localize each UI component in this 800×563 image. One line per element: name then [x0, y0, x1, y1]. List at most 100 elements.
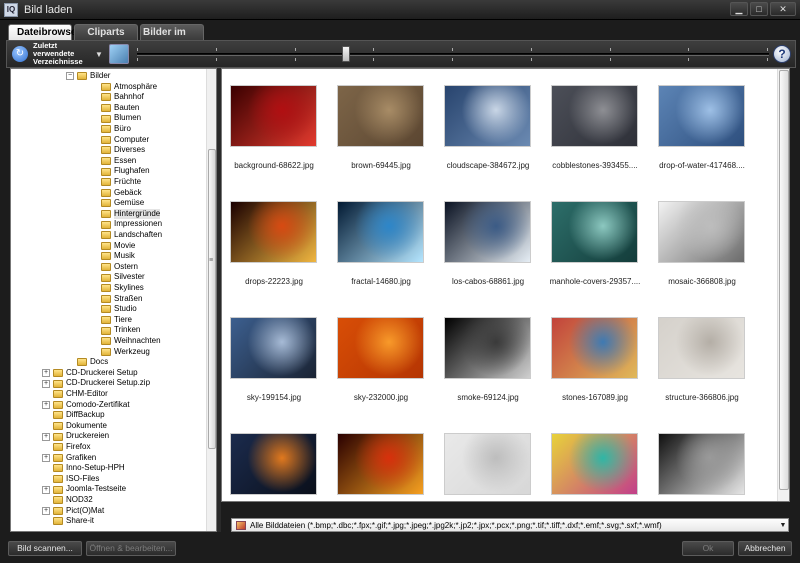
tree-item[interactable]: + CD-Druckerei Setup [42, 368, 138, 379]
tree-item[interactable]: Docs [77, 357, 108, 368]
expand-icon[interactable]: + [42, 379, 50, 388]
tree-item[interactable]: + Joomla-Testseite [42, 484, 126, 495]
image-thumbnail[interactable] [652, 417, 752, 501]
image-thumbnail[interactable]: cloudscape-384672.jpg [438, 69, 538, 179]
collapse-icon[interactable]: − [66, 72, 74, 81]
tree-item[interactable]: Gemüse [101, 198, 144, 209]
tree-item[interactable]: Bauten [101, 103, 139, 114]
tree-item[interactable]: Computer [101, 135, 149, 146]
tree-item[interactable]: NOD32 [53, 495, 93, 506]
tree-item[interactable]: Bahnhof [101, 92, 144, 103]
expand-icon[interactable]: + [42, 506, 50, 515]
tree-item[interactable]: DiffBackup [53, 410, 105, 421]
tab-bilder-im-internet[interactable]: Bilder im Internet [140, 24, 204, 54]
image-grid[interactable]: background-68622.jpg brown-69445.jpg cloud… [221, 68, 790, 502]
image-preview[interactable] [231, 318, 316, 378]
tree-item[interactable]: Ostern [101, 262, 138, 273]
tree-item[interactable]: Musik [101, 251, 135, 262]
image-thumbnail[interactable]: stones-167089.jpg [545, 301, 645, 411]
tree-item[interactable]: ISO-Files [53, 474, 99, 485]
image-thumbnail[interactable] [331, 417, 431, 501]
minimize-button[interactable]: ▁ [730, 2, 748, 16]
tree-item[interactable]: Essen [101, 156, 136, 167]
image-preview[interactable] [552, 318, 637, 378]
image-thumbnail[interactable]: structure-366806.jpg [652, 301, 752, 411]
tree-scrollbar[interactable]: ≡ [206, 69, 216, 531]
image-thumbnail[interactable] [545, 417, 645, 501]
tree-item[interactable]: Blumen [101, 113, 141, 124]
tree-item[interactable]: Silvester [101, 272, 145, 283]
image-preview[interactable] [659, 86, 744, 146]
image-preview[interactable] [231, 202, 316, 262]
image-thumbnail[interactable] [224, 417, 324, 501]
image-preview[interactable] [552, 434, 637, 494]
tree-item[interactable]: Impressionen [101, 219, 162, 230]
tab-dateibrowser[interactable]: Dateibrowser [8, 24, 80, 40]
expand-icon[interactable]: + [42, 400, 50, 409]
image-thumbnail[interactable]: background-68622.jpg [224, 69, 324, 179]
tree-item[interactable]: Flughafen [101, 166, 150, 177]
expand-icon[interactable]: + [42, 432, 50, 441]
image-preview[interactable] [552, 202, 637, 262]
file-type-filter[interactable]: Alle Bilddateien (*.bmp;*.dbc;*.fpx;*.gi… [231, 518, 789, 532]
image-preview[interactable] [445, 202, 530, 262]
tree-item[interactable]: + Pict(O)Mat [42, 506, 104, 517]
tree-item[interactable]: Früchte [101, 177, 141, 188]
image-preview[interactable] [338, 434, 423, 494]
tree-item[interactable]: Studio [101, 304, 137, 315]
tree-item[interactable]: Gebäck [101, 188, 142, 199]
recent-folders-icon[interactable]: ↻ [12, 46, 28, 62]
image-thumbnail[interactable] [438, 417, 538, 501]
tree-item[interactable]: Trinken [101, 325, 140, 336]
image-preview[interactable] [659, 318, 744, 378]
tree-item[interactable]: − Bilder [66, 71, 110, 82]
tree-scrollbar-thumb[interactable] [208, 149, 216, 449]
tree-item[interactable]: Movie [101, 241, 135, 252]
tree-item[interactable]: + Druckereien [42, 431, 109, 442]
image-preview[interactable] [445, 434, 530, 494]
image-preview[interactable] [659, 434, 744, 494]
image-preview[interactable] [659, 202, 744, 262]
expand-icon[interactable]: + [42, 453, 50, 462]
tree-item[interactable]: Diverses [101, 145, 145, 156]
image-thumbnail[interactable]: los-cabos-68861.jpg [438, 185, 538, 295]
tree-item[interactable]: Share-it [53, 516, 94, 527]
image-thumbnail[interactable]: drops-22223.jpg [224, 185, 324, 295]
tree-item[interactable]: CHM-Editor [53, 389, 108, 400]
tab-cliparts[interactable]: Cliparts [74, 24, 138, 40]
tree-item[interactable]: + Comodo-Zertifikat [42, 400, 130, 411]
image-preview[interactable] [338, 86, 423, 146]
help-button[interactable]: ? [773, 45, 791, 63]
tree-item[interactable]: Hintergründe [101, 208, 161, 220]
image-thumbnail[interactable]: sky-232000.jpg [331, 301, 431, 411]
close-button[interactable]: ✕ [770, 2, 796, 16]
tree-item[interactable]: Tiere [101, 315, 132, 326]
image-preview[interactable] [445, 318, 530, 378]
image-thumbnail[interactable]: brown-69445.jpg [331, 69, 431, 179]
tree-item[interactable]: + CD-Druckerei Setup.zip [42, 378, 150, 389]
image-preview[interactable] [231, 86, 316, 146]
chevron-down-icon[interactable]: ▼ [95, 50, 103, 59]
tree-item[interactable]: Firefox [53, 442, 90, 453]
image-thumbnail[interactable]: sky-199154.jpg [224, 301, 324, 411]
expand-icon[interactable]: + [42, 369, 50, 378]
image-preview[interactable] [552, 86, 637, 146]
tree-item[interactable]: Atmosphäre [101, 82, 157, 93]
scan-image-button[interactable]: Bild scannen... [8, 541, 82, 556]
expand-icon[interactable]: + [42, 485, 50, 494]
slider-handle[interactable] [341, 46, 350, 62]
image-preview[interactable] [338, 318, 423, 378]
image-thumbnail[interactable]: fractal-14680.jpg [331, 185, 431, 295]
image-preview[interactable] [338, 202, 423, 262]
folder-tree[interactable]: − Bilder Atmosphäre Bahnhof Bauten Blumen Büro… [10, 68, 217, 532]
image-thumbnail[interactable]: manhole-covers-29357.... [545, 185, 645, 295]
image-thumbnail[interactable]: drop-of-water-417468.... [652, 69, 752, 179]
tree-item[interactable]: Werkzeug [101, 347, 150, 358]
image-preview[interactable] [445, 86, 530, 146]
cancel-button[interactable]: Abbrechen [738, 541, 792, 556]
grid-scrollbar-thumb[interactable] [779, 70, 789, 490]
image-thumbnail[interactable]: smoke-69124.jpg [438, 301, 538, 411]
tree-item[interactable]: Landschaften [101, 230, 162, 241]
tree-item[interactable]: Inno-Setup-HPH [53, 463, 125, 474]
ok-button[interactable]: Ok [682, 541, 734, 556]
